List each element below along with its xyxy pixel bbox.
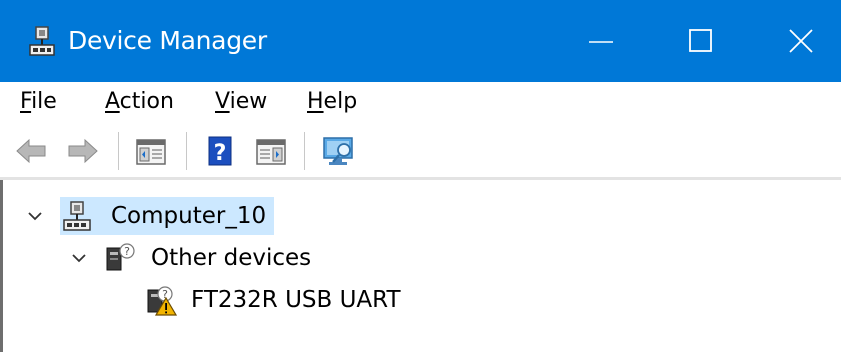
menu-view-label: iew xyxy=(229,89,268,114)
chevron-down-icon[interactable] xyxy=(27,210,43,222)
tree-node-other-devices[interactable]: ? Other devices xyxy=(3,240,333,276)
show-hide-console-tree-button[interactable] xyxy=(134,134,168,168)
scan-hardware-button[interactable] xyxy=(322,134,356,168)
menu-help-mnemonic: H xyxy=(307,89,324,114)
forward-icon xyxy=(68,138,98,164)
tree-node-computer[interactable]: Computer_10 xyxy=(3,198,283,234)
back-icon xyxy=(16,138,46,164)
window-title: Device Manager xyxy=(68,26,267,55)
scan-hardware-icon xyxy=(323,137,353,165)
show-hide-action-pane-icon xyxy=(256,139,286,165)
tree-node-label: FT232R USB UART xyxy=(191,287,401,313)
svg-text:?: ? xyxy=(214,141,227,166)
close-button[interactable] xyxy=(751,0,841,82)
menu-file[interactable]: File xyxy=(20,88,57,116)
minimize-button[interactable] xyxy=(551,0,651,82)
close-icon xyxy=(789,29,813,53)
svg-text:?: ? xyxy=(124,245,130,258)
menu-help-label: elp xyxy=(323,89,358,114)
maximize-button[interactable] xyxy=(651,0,751,82)
chevron-down-icon[interactable] xyxy=(71,252,87,264)
minimize-icon xyxy=(589,41,613,43)
tree-node-label: Computer_10 xyxy=(111,203,267,229)
menu-bar: File Action View Help xyxy=(0,82,841,124)
title-bar[interactable]: Device Manager xyxy=(0,0,841,82)
menu-action[interactable]: Action xyxy=(105,88,174,116)
toolbar-separator xyxy=(186,132,187,170)
menu-view[interactable]: View xyxy=(215,88,267,116)
menu-view-mnemonic: V xyxy=(215,89,230,114)
device-manager-icon xyxy=(29,26,55,56)
maximize-icon xyxy=(689,29,712,52)
menu-help[interactable]: Help xyxy=(307,88,357,116)
tree-node-ft232r[interactable]: ? FT232R USB UART xyxy=(3,282,423,318)
device-warning-icon: ? xyxy=(147,286,177,316)
show-hide-action-pane-button[interactable] xyxy=(254,134,288,168)
show-hide-console-tree-icon xyxy=(136,139,166,165)
menu-file-mnemonic: F xyxy=(20,89,32,114)
back-button[interactable] xyxy=(14,134,48,168)
device-tree[interactable]: Computer_10 ? Other devices ? FT232R USB… xyxy=(0,180,841,352)
toolbar: ? xyxy=(0,124,841,176)
unknown-device-icon: ? xyxy=(106,243,135,271)
help-button[interactable]: ? xyxy=(204,134,238,168)
help-icon: ? xyxy=(208,136,232,166)
computer-icon xyxy=(63,201,91,231)
toolbar-separator xyxy=(304,132,305,170)
tree-node-label: Other devices xyxy=(151,245,312,271)
toolbar-separator xyxy=(118,132,119,170)
menu-file-label: ile xyxy=(31,89,57,114)
forward-button[interactable] xyxy=(66,134,100,168)
menu-action-label: ction xyxy=(119,89,174,114)
menu-action-mnemonic: A xyxy=(105,89,120,114)
